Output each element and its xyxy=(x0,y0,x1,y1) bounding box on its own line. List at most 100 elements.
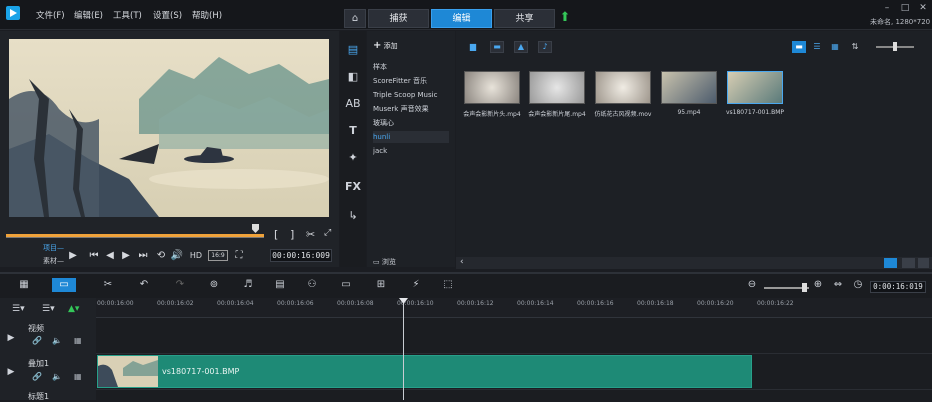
next-frame-icon[interactable]: ▶ xyxy=(120,249,132,263)
record-icon[interactable]: ⊚ xyxy=(206,278,222,292)
start-icon[interactable]: ⏮ xyxy=(88,249,100,263)
redo-icon[interactable]: ↷ xyxy=(172,278,188,292)
mark-in-icon[interactable]: [ xyxy=(274,228,278,241)
resize-icon[interactable]: ⤢ xyxy=(324,228,331,238)
clock-icon[interactable]: ◷ xyxy=(850,278,866,292)
title-icon[interactable]: T xyxy=(344,122,362,140)
list-view-button[interactable]: ☰ xyxy=(810,41,824,53)
collapse-icon[interactable]: ‹ xyxy=(460,257,464,267)
folder-item[interactable]: Muserk 声音效果 xyxy=(373,103,449,115)
fx-icon[interactable]: FX xyxy=(344,178,362,196)
motion-icon[interactable]: ⚇ xyxy=(304,278,320,292)
library-tools: ▤ ◧ AB T ✦ FX ↳ xyxy=(340,31,366,267)
repeat-icon[interactable]: ⟲ xyxy=(154,249,168,263)
folder-item-selected[interactable]: hunli xyxy=(373,131,449,143)
filter-photo-button[interactable]: ▲ xyxy=(514,41,528,53)
thumbnail-view-button[interactable]: ▬ xyxy=(792,41,806,53)
storyboard-view-icon[interactable]: ▦ xyxy=(16,278,32,292)
tools-icon[interactable]: ✂ xyxy=(100,278,116,292)
aspect-ratio-button[interactable]: 16:9 xyxy=(208,250,228,261)
zoom-in-icon[interactable]: ⊕ xyxy=(810,278,826,292)
browse-button[interactable]: ▭ 浏览 xyxy=(373,257,396,267)
undo-icon[interactable]: ↶ xyxy=(136,278,152,292)
media-thumbnail[interactable] xyxy=(595,71,651,104)
mode-project[interactable]: 项目— xyxy=(43,243,64,253)
maximize-icon[interactable]: □ xyxy=(900,4,910,13)
audio-mixer-icon[interactable]: ♬ xyxy=(240,278,256,292)
tab-share[interactable]: 共享 xyxy=(494,9,555,28)
grid-view-button[interactable]: ▦ xyxy=(828,41,842,53)
end-icon[interactable]: ⏭ xyxy=(137,249,149,263)
options-icon[interactable] xyxy=(884,258,897,268)
timeline-view-icon[interactable]: ▭ xyxy=(52,278,76,292)
add-marker-icon[interactable]: ▲▾ xyxy=(68,304,79,314)
hd-toggle[interactable]: HD xyxy=(188,249,204,263)
split-screen-icon[interactable]: ⊞ xyxy=(373,278,389,292)
media-thumbnail[interactable] xyxy=(464,71,520,104)
ripple-icon[interactable]: ▦ xyxy=(74,372,82,381)
mark-out-icon[interactable]: ] xyxy=(290,228,294,241)
folder-item[interactable]: jack xyxy=(373,145,449,157)
folder-icon[interactable]: ▆ xyxy=(466,41,480,53)
subtitle-icon[interactable]: ▭ xyxy=(338,278,354,292)
fullscreen-icon[interactable]: ⛶ xyxy=(233,249,245,263)
upload-icon[interactable]: ⬆ xyxy=(558,10,572,26)
slider-knob[interactable] xyxy=(893,42,897,51)
folder-item[interactable]: ScoreFitter 音乐 xyxy=(373,75,449,87)
sort-icon[interactable]: ⇅ xyxy=(848,41,862,53)
pan-zoom-icon[interactable]: ⬚ xyxy=(440,278,456,292)
menu-help[interactable]: 帮助(H) xyxy=(192,9,222,21)
close-icon[interactable]: ✕ xyxy=(918,4,928,13)
ripple-icon[interactable]: ▦ xyxy=(74,336,82,345)
panel2-icon[interactable] xyxy=(918,258,929,268)
filter-video-button[interactable]: ▬ xyxy=(490,41,504,53)
chapter-icon[interactable]: ☰▾ xyxy=(42,304,55,314)
add-folder-button[interactable]: + 添加 xyxy=(373,40,398,51)
graphics-icon[interactable]: ✦ xyxy=(344,149,362,167)
tab-edit[interactable]: 编辑 xyxy=(431,9,492,28)
auto-music-icon[interactable]: ▤ xyxy=(272,278,288,292)
preview-timecode[interactable]: 00:00:16:009 xyxy=(270,249,332,262)
media-thumbnail[interactable] xyxy=(529,71,585,104)
prev-frame-icon[interactable]: ◀ xyxy=(104,249,116,263)
play-icon[interactable]: ▶ xyxy=(66,249,80,263)
zoom-out-icon[interactable]: ⊖ xyxy=(744,278,760,292)
minimize-icon[interactable]: – xyxy=(882,4,892,13)
filter-audio-button[interactable]: ♪ xyxy=(538,41,552,53)
track-manager-icon[interactable]: ☰▾ xyxy=(12,304,25,314)
split-clip-icon[interactable]: ✂ xyxy=(306,228,315,241)
playhead[interactable] xyxy=(403,298,404,400)
panel-icon[interactable] xyxy=(902,258,915,268)
add-label: 添加 xyxy=(383,42,398,50)
transition-icon[interactable]: AB xyxy=(344,95,362,113)
zoom-knob[interactable] xyxy=(802,283,807,292)
link-icon[interactable]: 🔗 xyxy=(32,372,42,381)
media-thumbnail-selected[interactable] xyxy=(727,71,783,104)
media-library-icon[interactable]: ▤ xyxy=(344,41,362,59)
track-name: 标题1 xyxy=(28,392,50,401)
folder-item[interactable]: 样本 xyxy=(373,61,449,73)
path-icon[interactable]: ↳ xyxy=(344,207,362,225)
folder-item[interactable]: Triple Scoop Music xyxy=(373,89,449,101)
home-tab[interactable]: ⌂ xyxy=(344,9,366,28)
ruler-tick: 00:00:16:14 xyxy=(517,300,554,307)
media-label: 仿纸花古风视频.mov xyxy=(594,111,652,118)
mask-icon[interactable]: ⚡ xyxy=(408,278,424,292)
mute-icon[interactable]: 🔈 xyxy=(52,336,62,345)
volume-icon[interactable]: 🔊 xyxy=(170,249,184,263)
fit-icon[interactable]: ⇔ xyxy=(830,278,846,292)
mute-icon[interactable]: 🔈 xyxy=(52,372,62,381)
menu-tools[interactable]: 工具(T) xyxy=(113,9,142,21)
media-thumbnail[interactable] xyxy=(661,71,717,104)
mode-clip[interactable]: 素材— xyxy=(43,256,64,266)
menu-file[interactable]: 文件(F) xyxy=(36,9,65,21)
tab-capture[interactable]: 捕获 xyxy=(368,9,429,28)
timeline-timecode[interactable]: 0:00:16:019 xyxy=(870,281,926,293)
timeline-clip[interactable]: vs180717-001.BMP xyxy=(97,355,752,388)
folder-item[interactable]: 玻璃心 xyxy=(373,117,449,129)
menu-edit[interactable]: 编辑(E) xyxy=(74,9,103,21)
instant-project-icon[interactable]: ◧ xyxy=(344,68,362,86)
link-icon[interactable]: 🔗 xyxy=(32,336,42,345)
menu-settings[interactable]: 设置(S) xyxy=(153,9,182,21)
scrub-handle[interactable] xyxy=(252,224,259,233)
